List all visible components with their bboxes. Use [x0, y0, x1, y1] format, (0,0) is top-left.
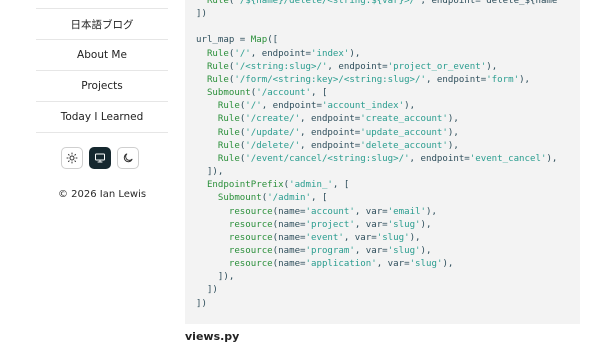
nav-item-projects[interactable]: Projects — [36, 70, 168, 101]
code-line: resource(name='account', var='email'), — [228, 206, 437, 217]
copyright-text: © 2026 Ian Lewis — [57, 189, 147, 200]
code-line: Rule('/${name}/delete/<string:${var}>/',… — [206, 0, 558, 6]
nav-item-about-me[interactable]: About Me — [36, 39, 168, 70]
code-line: Rule('/create/', endpoint='create_accoun… — [217, 114, 459, 125]
code-line: ]) — [196, 9, 207, 20]
code-line: resource(name='application', var='slug')… — [228, 259, 454, 270]
theme-dark-button[interactable] — [117, 147, 139, 169]
code-line: Rule('/', endpoint='account_index'), — [217, 101, 416, 112]
code-line: Submount('/admin', [ — [217, 193, 328, 204]
code-line: Rule('/delete/', endpoint='delete_accoun… — [217, 140, 459, 151]
code-line: ]) — [196, 298, 207, 309]
sun-icon — [66, 149, 78, 168]
code-block: Rule('/${name}/delete/<string:${var}>/',… — [185, 0, 580, 324]
theme-system-button[interactable] — [89, 147, 111, 169]
monitor-icon — [94, 149, 106, 168]
code-line: EndpointPrefix('admin_', [ — [206, 180, 350, 191]
code-content: Rule('/${name}/delete/<string:${var}>/',… — [196, 0, 557, 311]
code-line: resource(name='event', var='slug'), — [228, 232, 421, 243]
file-heading: views.py — [185, 330, 240, 343]
code-line: Rule('/<string:slug>/', endpoint='projec… — [206, 61, 498, 72]
nav-item-today-i-learned[interactable]: Today I Learned — [36, 101, 168, 133]
code-line: Rule('/form/<string:key>/<string:slug>/'… — [206, 74, 531, 85]
code-line: ]), — [196, 272, 235, 283]
nav-item-japanese-blog[interactable]: 日本語ブログ — [36, 8, 168, 39]
sidebar-nav: 日本語ブログ About Me Projects Today I Learned — [36, 8, 168, 133]
code-line: Submount('/account', [ — [206, 88, 328, 99]
theme-light-button[interactable] — [61, 147, 83, 169]
code-line: Rule('/event/cancel/<string:slug>/', end… — [217, 153, 558, 164]
moon-icon — [122, 149, 134, 168]
code-line: ]) — [196, 285, 218, 296]
code-line: ]), — [196, 167, 224, 178]
code-line: resource(name='program', var='slug'), — [228, 245, 432, 256]
code-line: Rule('/update/', endpoint='update_accoun… — [217, 127, 459, 138]
code-line: Rule('/', endpoint='index'), — [206, 48, 361, 59]
code-line: resource(name='project', var='slug'), — [228, 219, 432, 230]
theme-switcher — [61, 147, 143, 171]
code-line: url_map = Map([ — [196, 35, 279, 46]
sidebar: 日本語ブログ About Me Projects Today I Learned — [0, 0, 185, 338]
